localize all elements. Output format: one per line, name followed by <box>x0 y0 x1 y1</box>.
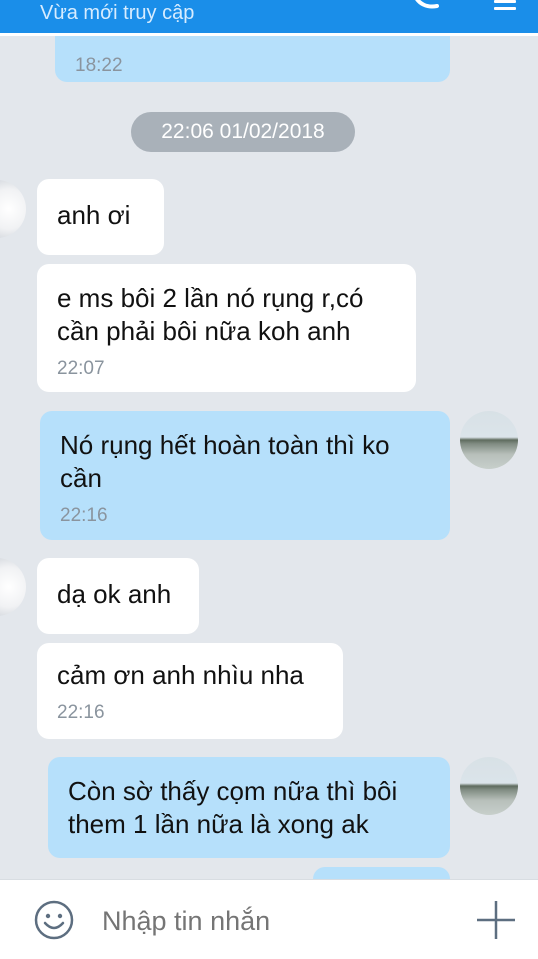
message-text: e ms bôi 2 lần nó rụng r,có cần phải bôi… <box>57 283 364 346</box>
message-list[interactable]: 18:22 22:06 01/02/2018 anh ơi e ms bôi 2… <box>0 36 538 879</box>
message-text: dạ ok anh <box>57 579 172 609</box>
message-bubble-outgoing[interactable]: 18:22 <box>55 36 450 82</box>
message-bubble-outgoing[interactable]: Còn sờ thấy cọm nữa thì bôi them 1 lần n… <box>48 757 450 858</box>
user-avatar[interactable] <box>460 757 518 815</box>
menu-icon[interactable] <box>494 0 516 12</box>
message-time: 22:16 <box>57 702 105 723</box>
user-avatar[interactable] <box>460 411 518 469</box>
message-text: anh ơi <box>57 200 131 230</box>
message-bubble-outgoing[interactable]: Nó rụng hết hoàn toàn thì ko cần 22:16 <box>40 411 450 540</box>
chat-header: Vừa mới truy cập <box>0 0 538 36</box>
plus-icon[interactable] <box>474 898 518 942</box>
message-bubble-incoming[interactable]: cảm ơn anh nhìu nha 22:16 <box>37 643 343 739</box>
message-bubble-incoming[interactable]: e ms bôi 2 lần nó rụng r,có cần phải bôi… <box>37 264 416 392</box>
message-text: cảm ơn anh nhìu nha <box>57 660 304 690</box>
message-bubble-outgoing[interactable] <box>313 867 450 879</box>
contact-status: Vừa mới truy cập <box>40 2 195 24</box>
message-composer <box>0 879 538 959</box>
message-bubble-incoming[interactable]: anh ơi <box>37 179 164 255</box>
message-text: Nó rụng hết hoàn toàn thì ko cần <box>60 430 390 493</box>
emoji-icon[interactable] <box>34 900 74 940</box>
message-time: 22:16 <box>60 505 108 526</box>
contact-avatar[interactable] <box>0 180 26 238</box>
message-time: 22:07 <box>57 358 105 379</box>
date-divider: 22:06 01/02/2018 <box>131 112 355 152</box>
message-input[interactable] <box>102 904 442 938</box>
message-bubble-incoming[interactable]: dạ ok anh <box>37 558 199 634</box>
message-time: 18:22 <box>75 55 123 76</box>
phone-call-icon[interactable] <box>413 0 439 10</box>
message-text: Còn sờ thấy cọm nữa thì bôi them 1 lần n… <box>68 776 398 839</box>
contact-avatar[interactable] <box>0 558 26 616</box>
